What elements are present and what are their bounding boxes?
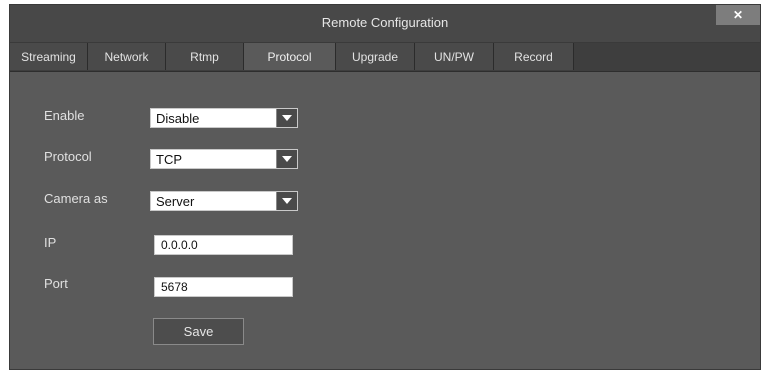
remote-configuration-window: Remote Configuration ✕ Streaming Network…	[9, 4, 761, 370]
tab-network[interactable]: Network	[88, 43, 166, 70]
tab-upgrade[interactable]: Upgrade	[336, 43, 415, 70]
window-title: Remote Configuration	[321, 15, 449, 30]
camera-as-select[interactable]: Server	[150, 191, 298, 211]
port-label: Port	[44, 276, 68, 291]
protocol-label: Protocol	[44, 149, 92, 164]
chevron-down-icon[interactable]	[276, 192, 297, 210]
enable-label: Enable	[44, 108, 85, 123]
tab-record[interactable]: Record	[494, 43, 574, 70]
tab-bar: Streaming Network Rtmp Protocol Upgrade …	[10, 43, 760, 72]
tab-protocol[interactable]: Protocol	[244, 43, 336, 70]
protocol-select-value: TCP	[156, 152, 182, 167]
tab-unpw[interactable]: UN/PW	[415, 43, 494, 70]
camera-as-select-value: Server	[156, 194, 195, 209]
ip-input[interactable]: 0.0.0.0	[154, 235, 293, 255]
camera-as-label: Camera as	[44, 191, 108, 206]
close-button[interactable]: ✕	[716, 5, 760, 25]
close-icon: ✕	[732, 8, 744, 22]
protocol-select[interactable]: TCP	[150, 149, 298, 169]
port-input[interactable]: 5678	[154, 277, 293, 297]
save-button[interactable]: Save	[153, 318, 244, 345]
chevron-down-icon[interactable]	[276, 109, 297, 127]
chevron-down-icon[interactable]	[276, 150, 297, 168]
tab-streaming[interactable]: Streaming	[10, 43, 88, 70]
tab-rtmp[interactable]: Rtmp	[166, 43, 244, 70]
enable-select-value: Disable	[156, 111, 200, 126]
enable-select[interactable]: Disable	[150, 108, 298, 128]
ip-label: IP	[44, 235, 57, 250]
title-bar: Remote Configuration ✕	[10, 5, 760, 43]
